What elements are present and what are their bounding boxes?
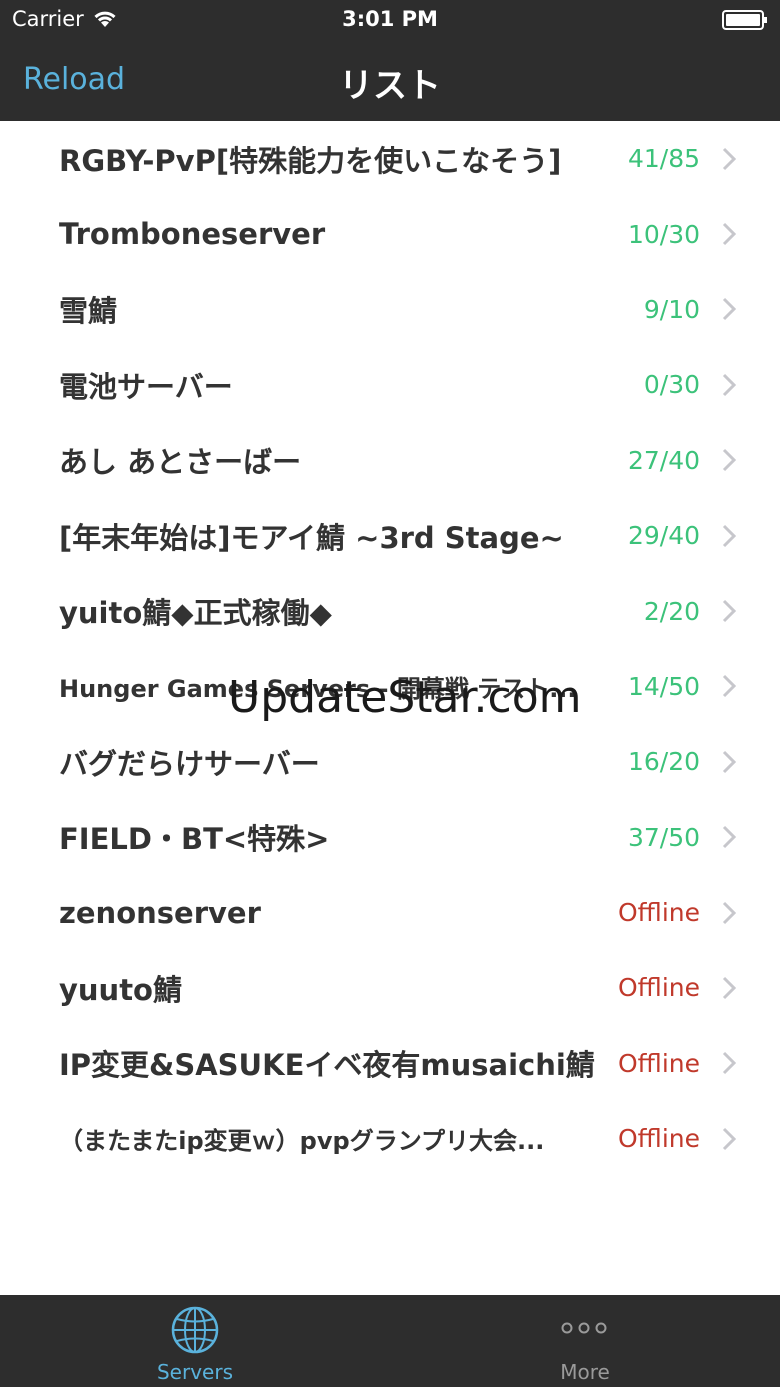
server-status: 29/40 xyxy=(627,521,700,551)
status-time: 3:01 PM xyxy=(342,7,438,31)
server-name: 電池サーバー xyxy=(59,369,233,404)
chevron-right-icon xyxy=(722,826,736,849)
server-name: バグだらけサーバー xyxy=(59,746,320,781)
page-title: リスト xyxy=(339,66,441,106)
server-name: FIELD・BT<特殊> xyxy=(59,822,330,857)
chevron-right-icon xyxy=(722,976,736,1000)
chevron-right-icon xyxy=(722,449,736,472)
chevron-right-icon xyxy=(722,599,736,623)
server-row[interactable]: Tromboneserver 10/30 xyxy=(0,196,780,272)
top-bar: Carrier 3:01 PM Reload リスト xyxy=(0,0,780,121)
server-status: 41/85 xyxy=(627,144,700,174)
chevron-right-icon xyxy=(722,1052,736,1075)
server-status: 37/50 xyxy=(627,822,700,852)
server-row[interactable]: IP変更&SASUKEイベ夜有musaichi鯖 Offline xyxy=(0,1025,780,1102)
chevron-right-icon xyxy=(722,675,736,698)
server-status: Offline xyxy=(617,973,700,1003)
server-name: あし あとさーばー xyxy=(59,445,302,480)
battery-icon xyxy=(722,10,767,30)
server-status: 10/30 xyxy=(627,219,700,249)
server-row[interactable]: yuito鯖◆正式稼働◆ 2/20 xyxy=(0,573,780,649)
server-name: Tromboneserver xyxy=(59,217,326,252)
server-row[interactable]: 電池サーバー 0/30 xyxy=(0,347,780,423)
server-status: 16/20 xyxy=(627,747,700,777)
server-name: yuito鯖◆正式稼働◆ xyxy=(59,596,332,631)
tab-servers-label: Servers xyxy=(156,1360,233,1384)
chevron-right-icon xyxy=(722,298,736,321)
server-name: IP変更&SASUKEイベ夜有musaichi鯖 xyxy=(59,1048,595,1083)
server-row[interactable]: あし あとさーばー 27/40 xyxy=(0,422,780,498)
server-status: Offline xyxy=(617,1124,700,1154)
chevron-right-icon xyxy=(722,524,736,547)
server-row[interactable]: Hunger Games Servers - 開幕戦 テスト... 14/50 xyxy=(0,648,780,725)
server-row[interactable]: FIELD・BT<特殊> 37/50 xyxy=(0,799,780,875)
server-name: 雪鯖 xyxy=(59,294,118,329)
chevron-right-icon xyxy=(722,223,736,246)
server-row[interactable]: [年末年始は]モアイ鯖 ~3rd Stage~ 29/40 xyxy=(0,497,780,574)
server-status: 2/20 xyxy=(643,596,700,626)
status-bar: Carrier 3:01 PM xyxy=(0,0,780,40)
tab-bar: Servers More xyxy=(0,1295,780,1387)
server-row[interactable]: バグだらけサーバー 16/20 xyxy=(0,724,780,800)
server-status: Offline xyxy=(617,898,700,928)
server-status: 14/50 xyxy=(627,671,700,701)
server-list: RGBY-PvP[特殊能力を使いこなそう] 41/85 Tromboneserver… xyxy=(0,121,780,1177)
server-status: 0/30 xyxy=(643,370,700,400)
server-name: [年末年始は]モアイ鯖 ~3rd Stage~ xyxy=(59,520,564,555)
chevron-right-icon xyxy=(722,1127,736,1150)
server-row[interactable]: 雪鯖 9/10 xyxy=(0,271,780,348)
server-status: 9/10 xyxy=(643,294,700,324)
server-name: （またまたip変更ｗ）pvpグランプリ大会... xyxy=(59,1127,545,1156)
chevron-right-icon xyxy=(722,750,736,773)
server-name: Hunger Games Servers - 開幕戦 テスト... xyxy=(59,674,577,703)
server-name: zenonserver xyxy=(59,895,261,930)
tab-servers[interactable]: Servers xyxy=(0,1295,390,1387)
server-name: yuuto鯖 xyxy=(59,972,182,1007)
tab-more[interactable]: More xyxy=(390,1295,780,1387)
tab-more-label: More xyxy=(560,1360,610,1384)
chevron-right-icon xyxy=(722,901,736,924)
server-row[interactable]: （またまたip変更ｗ）pvpグランプリ大会... Offline xyxy=(0,1101,780,1177)
globe-icon xyxy=(171,1306,219,1354)
chevron-right-icon xyxy=(722,373,736,396)
server-name: RGBY-PvP[特殊能力を使いこなそう] xyxy=(59,143,562,178)
more-dots-icon xyxy=(561,1322,607,1334)
server-row[interactable]: RGBY-PvP[特殊能力を使いこなそう] 41/85 xyxy=(0,121,780,197)
server-status: 27/40 xyxy=(627,445,700,475)
server-row[interactable]: zenonserver Offline xyxy=(0,874,780,951)
server-status: Offline xyxy=(617,1048,700,1078)
navigation-bar: Reload リスト xyxy=(0,40,780,121)
server-row[interactable]: yuuto鯖 Offline xyxy=(0,950,780,1026)
chevron-right-icon xyxy=(722,147,736,170)
